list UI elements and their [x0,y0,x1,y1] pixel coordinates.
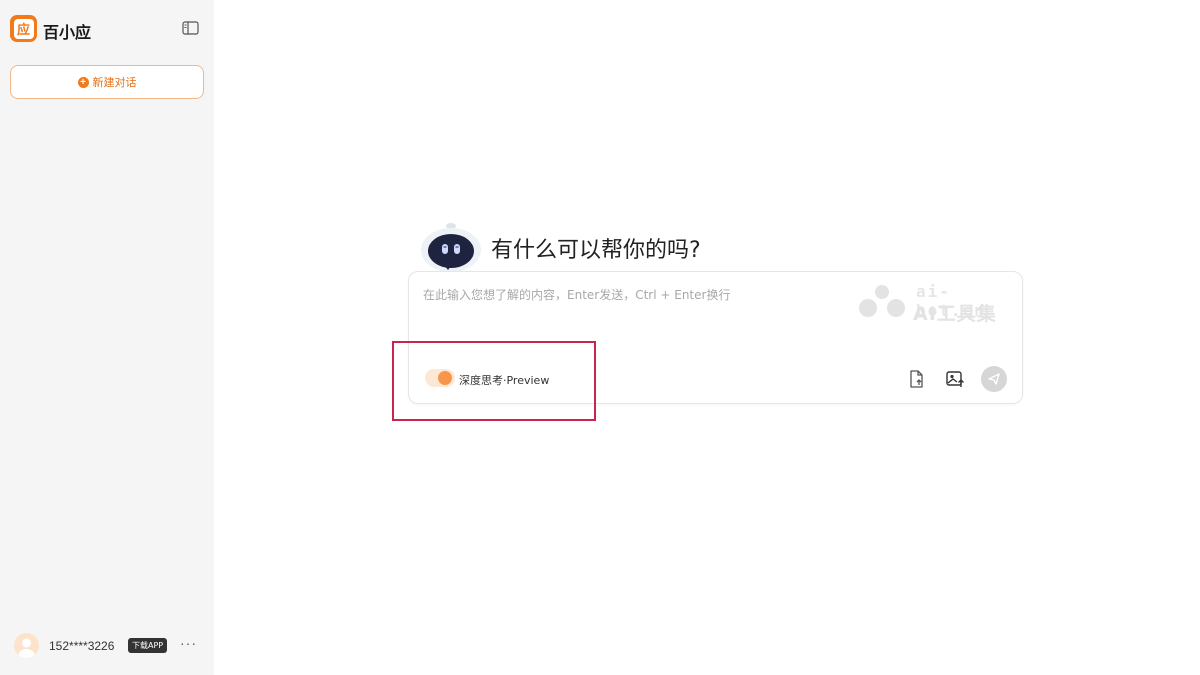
deep-think-toggle[interactable] [425,369,455,387]
robot-mascot-icon [421,223,481,272]
app-logo: 应 [10,15,37,42]
upload-image-icon[interactable] [945,369,965,389]
new-chat-label: 新建对话 [92,76,137,89]
send-button[interactable] [981,366,1007,392]
chat-input-card: ai-bot.cn AI工具集 深度思考·Preview [408,271,1023,404]
user-row[interactable]: 152****3226 下载APP ··· [14,633,204,658]
user-phone: 152****3226 [49,639,115,653]
user-avatar[interactable] [14,633,39,658]
deep-think-label: 深度思考·Preview [459,374,550,387]
watermark-title: AI工具集 [913,303,997,325]
toggle-knob [438,371,452,385]
app-logo-char: 应 [13,18,34,39]
send-icon [988,373,1000,385]
download-app-badge[interactable]: 下载APP [128,638,168,653]
watermark: ai-bot.cn AI工具集 [858,282,1018,325]
app-name: 百小应 [43,23,92,42]
user-avatar-icon [18,638,35,658]
greeting-title: 有什么可以帮你的吗? [491,238,701,263]
watermark-logo-icon [859,285,905,317]
sidebar: 应 百小应 + 新建对话 152****3226 下载APP ··· [0,0,214,675]
upload-file-icon[interactable] [906,369,926,389]
sidebar-toggle-icon[interactable] [182,21,199,35]
new-chat-button[interactable]: + 新建对话 [10,65,204,99]
more-icon[interactable]: ··· [180,635,197,651]
chat-input[interactable] [423,286,853,336]
plus-icon: + [77,76,89,88]
